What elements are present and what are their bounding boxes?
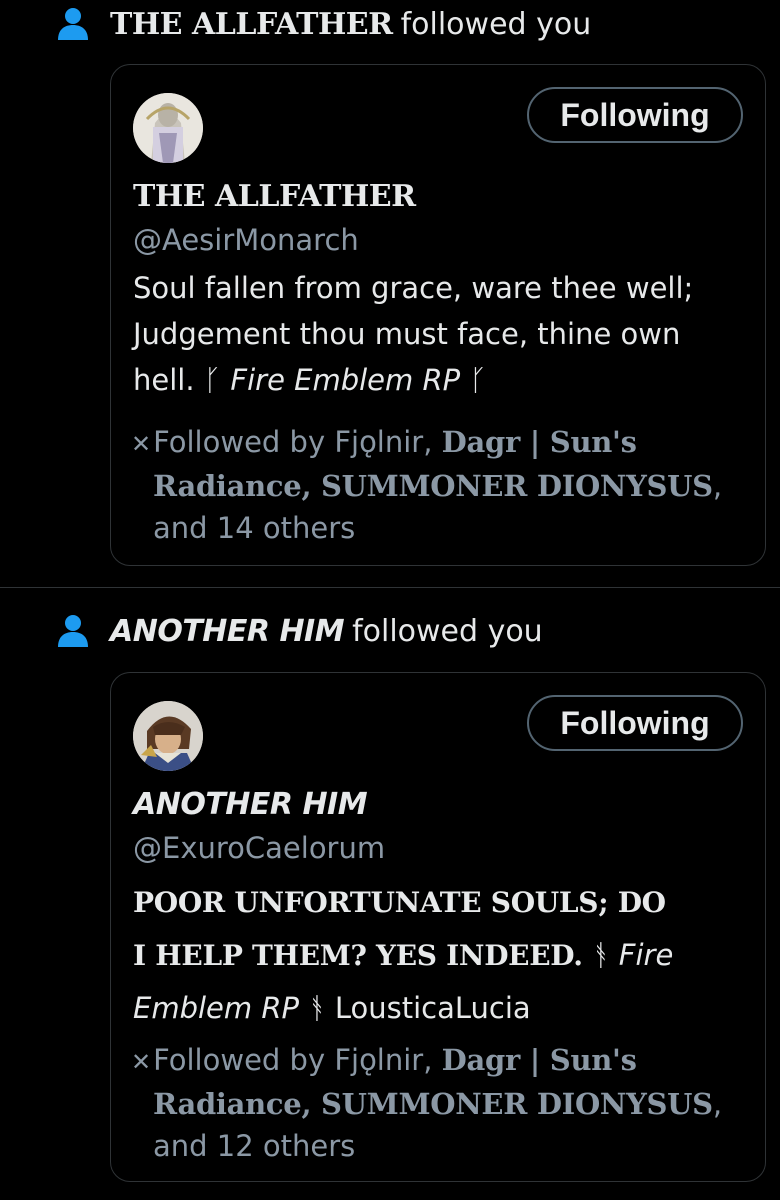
person-icon: [56, 7, 90, 41]
card-bio: POOR UNFORTUNATE SOULS; DO I HELP THEM? …: [133, 877, 753, 1034]
notification-header: THE ALLFATHER followed you: [56, 2, 591, 46]
bio-line: Soul fallen from grace, ware thee well;: [133, 271, 694, 305]
notification-action: followed you: [400, 6, 592, 42]
user-card[interactable]: Following THE ALLFATHER @AesirMonarch So…: [110, 64, 766, 566]
notification-user-name[interactable]: THE ALLFATHER: [110, 7, 393, 42]
mutual-followers[interactable]: ✕Followed by Fjǫlnir, Dagr | Sun's Radia…: [131, 1039, 751, 1167]
notification-header: ANOTHER HIM followed you: [56, 609, 543, 653]
card-handle: @AesirMonarch: [133, 223, 359, 257]
bio-line: POOR UNFORTUNATE SOULS; DO: [133, 886, 666, 919]
card-display-name[interactable]: ANOTHER HIM: [133, 787, 368, 822]
bio-line: I HELP THEM? YES INDEED. ᚬ Fire: [133, 938, 674, 972]
x-logo-icon: ✕: [131, 430, 152, 458]
card-bio: Soul fallen from grace, ware thee well; …: [133, 265, 753, 403]
notification-user-name[interactable]: ANOTHER HIM: [110, 614, 345, 649]
bio-line: hell. ᚴ Fire Emblem RP ᚴ: [133, 363, 487, 397]
bio-line: Emblem RP ᚬ LousticaLucia: [133, 991, 531, 1025]
following-button[interactable]: Following: [527, 87, 743, 143]
card-handle: @ExuroCaelorum: [133, 831, 386, 865]
notification-item[interactable]: THE ALLFATHER followed you Following THE …: [0, 0, 780, 588]
bio-line: Judgement thou must face, thine own: [133, 317, 681, 351]
x-logo-icon: ✕: [131, 1048, 152, 1076]
card-display-name[interactable]: THE ALLFATHER: [133, 179, 416, 214]
notification-action: followed you: [352, 613, 543, 649]
avatar[interactable]: [133, 93, 203, 163]
user-card[interactable]: Following ANOTHER HIM @ExuroCaelorum POO…: [110, 672, 766, 1182]
mutual-followers[interactable]: ✕Followed by Fjǫlnir, Dagr | Sun's Radia…: [131, 421, 751, 549]
avatar[interactable]: [133, 701, 203, 771]
person-icon: [56, 614, 90, 648]
following-button[interactable]: Following: [527, 695, 743, 751]
notification-item[interactable]: ANOTHER HIM followed you Following ANOTHE…: [0, 589, 780, 1200]
